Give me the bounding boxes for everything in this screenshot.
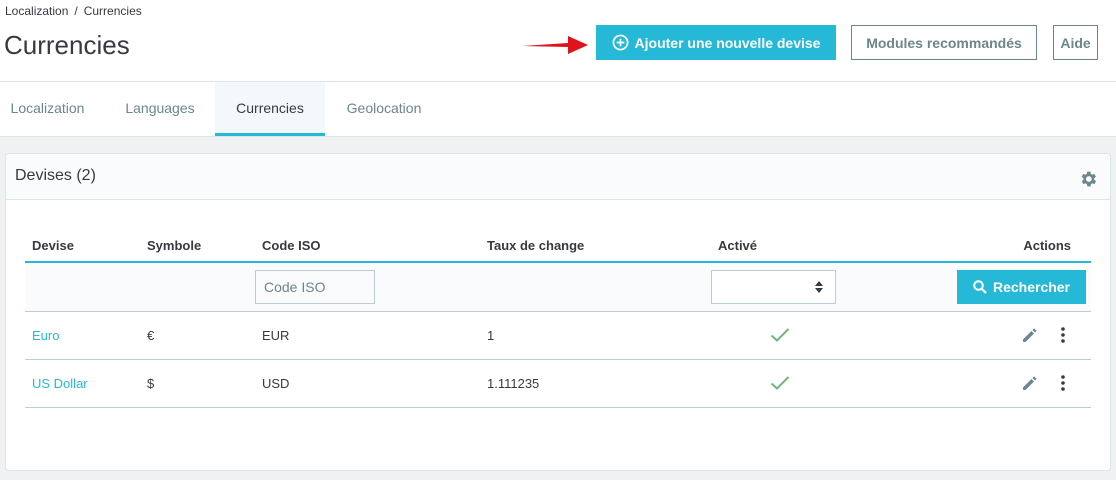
- sort-caret-icon: [815, 280, 823, 293]
- breadcrumb-separator: /: [74, 4, 78, 18]
- active-filter-select[interactable]: [711, 269, 836, 304]
- edit-icon[interactable]: [1022, 327, 1038, 343]
- filter-cell: Code ISO: [255, 262, 480, 312]
- currency-rate: 1.111235: [480, 359, 711, 408]
- currency-name-cell: Euro: [25, 311, 140, 360]
- currency-symbol: €: [140, 311, 255, 360]
- currency-rate: 1: [480, 311, 711, 360]
- tab-bar: Localization Languages Currencies Geoloc…: [0, 82, 1116, 137]
- gear-icon[interactable]: [1078, 169, 1098, 189]
- filter-row: Code ISO Rechercher: [25, 262, 1091, 312]
- currencies-card: Devises (2) Devise Symbole Code ISO Taux…: [5, 153, 1111, 471]
- add-currency-button[interactable]: Ajouter une nouvelle devise: [596, 25, 836, 60]
- red-arrow-annotation: [522, 36, 588, 54]
- currency-iso: EUR: [255, 311, 480, 360]
- currency-active-cell: [711, 359, 861, 408]
- page-title: Currencies: [4, 30, 130, 60]
- table-row: US Dollar $ USD 1.111235: [25, 359, 1091, 408]
- check-icon[interactable]: [770, 375, 790, 391]
- breadcrumb: Localization / Currencies: [5, 4, 142, 18]
- filter-cell: [25, 262, 140, 312]
- column-header-actions: Actions: [861, 238, 1091, 263]
- column-header-taux[interactable]: Taux de change: [480, 238, 711, 263]
- currency-name-link[interactable]: Euro: [32, 328, 59, 343]
- currency-iso: USD: [255, 359, 480, 408]
- tab-geolocation[interactable]: Geolocation: [325, 82, 443, 136]
- more-vertical-icon[interactable]: [1060, 374, 1066, 392]
- column-header-active[interactable]: Activé: [711, 238, 861, 263]
- filter-cell: [140, 262, 255, 312]
- check-icon[interactable]: [770, 327, 790, 343]
- currencies-table: Devise Symbole Code ISO Taux de change A…: [25, 238, 1091, 408]
- more-vertical-icon[interactable]: [1060, 326, 1066, 344]
- actions-cell: [861, 359, 1091, 408]
- column-header-symbole[interactable]: Symbole: [140, 238, 255, 263]
- plus-circle-icon: [612, 34, 628, 51]
- add-currency-label: Ajouter une nouvelle devise: [634, 34, 821, 51]
- table-header-row: Devise Symbole Code ISO Taux de change A…: [25, 238, 1091, 263]
- help-button[interactable]: Aide: [1053, 25, 1098, 60]
- column-header-code-iso[interactable]: Code ISO: [255, 238, 480, 263]
- tab-currencies[interactable]: Currencies: [215, 82, 325, 136]
- breadcrumb-current: Currencies: [83, 4, 142, 18]
- filter-cell: Rechercher: [861, 262, 1091, 312]
- filter-cell: [480, 262, 711, 312]
- page-header: Localization / Currencies Currencies Ajout…: [0, 0, 1116, 82]
- currency-active-cell: [711, 311, 861, 360]
- actions-cell: [861, 311, 1091, 360]
- edit-icon[interactable]: [1022, 375, 1038, 391]
- card-title: Devises (2): [15, 167, 96, 184]
- table-row: Euro € EUR 1: [25, 311, 1091, 360]
- search-button-label: Rechercher: [992, 278, 1071, 295]
- filter-cell: [711, 262, 861, 312]
- currency-name-cell: US Dollar: [25, 359, 140, 408]
- search-button[interactable]: Rechercher: [957, 269, 1086, 304]
- currency-symbol: $: [140, 359, 255, 408]
- currency-name-link[interactable]: US Dollar: [32, 376, 88, 391]
- card-header: Devises (2): [6, 154, 1110, 200]
- tab-localization[interactable]: Localization: [0, 82, 95, 136]
- column-header-devise[interactable]: Devise: [25, 238, 140, 263]
- search-icon: [973, 279, 987, 294]
- iso-code-filter-input[interactable]: Code ISO: [255, 269, 375, 304]
- breadcrumb-parent[interactable]: Localization: [5, 4, 68, 18]
- recommended-modules-button[interactable]: Modules recommandés: [851, 25, 1037, 60]
- tab-languages[interactable]: Languages: [105, 82, 215, 136]
